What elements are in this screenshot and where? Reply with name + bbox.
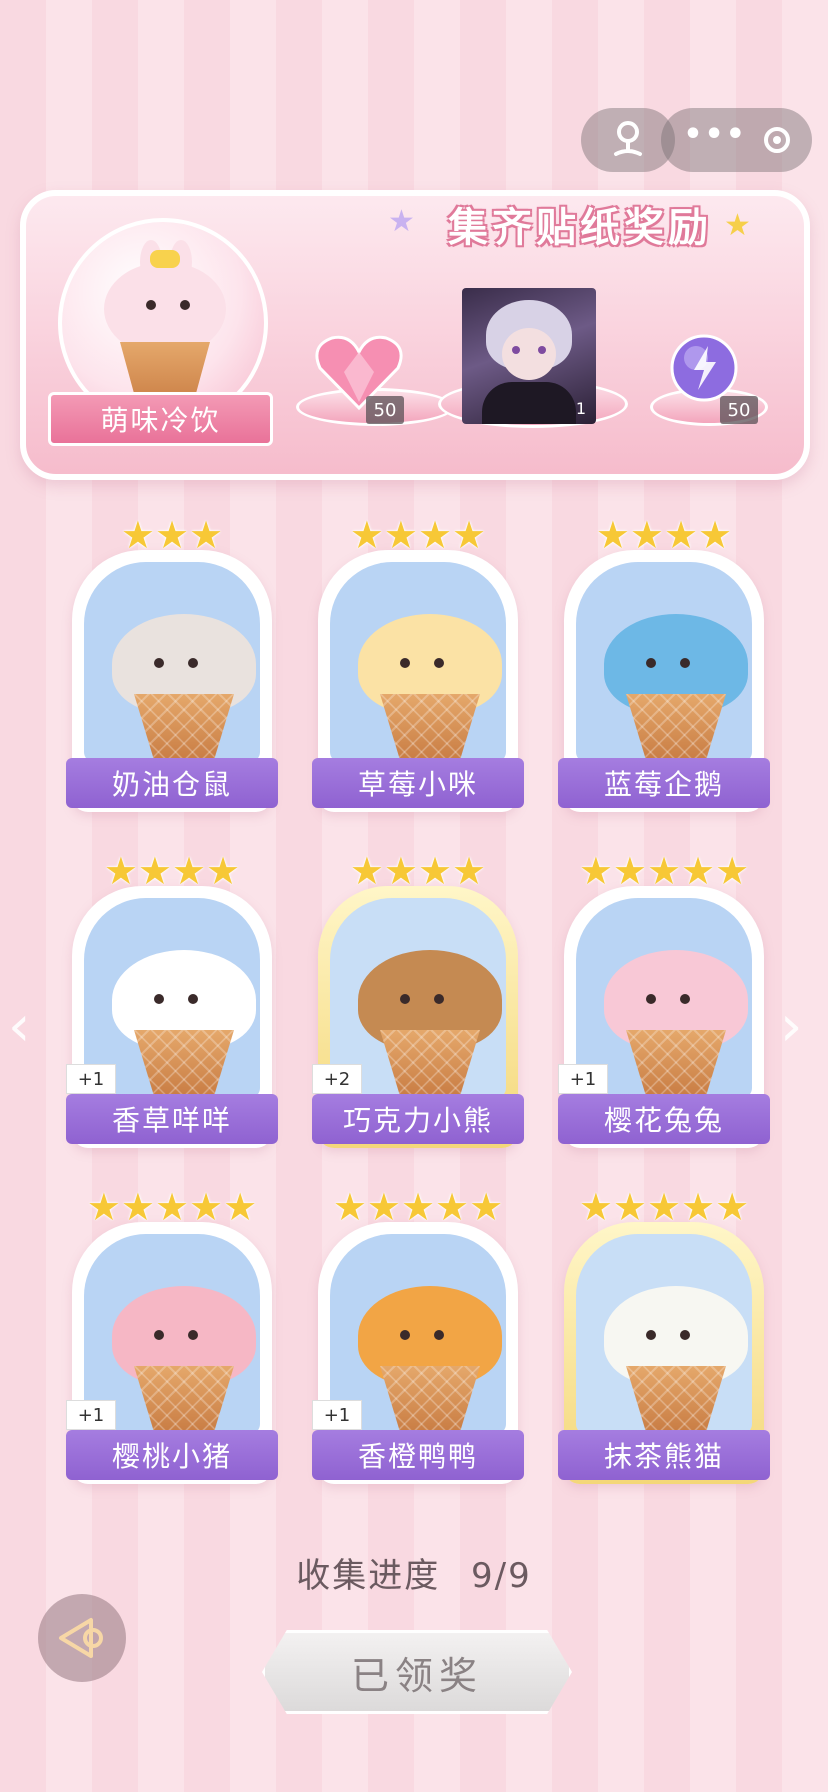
eye-icon (400, 658, 410, 668)
eye-icon (400, 1330, 410, 1340)
more-menu-icon[interactable]: ••• (683, 120, 747, 150)
star-rating-icons: ★★★★ (349, 849, 487, 893)
eye-icon (188, 658, 198, 668)
eye-icon (188, 1330, 198, 1340)
mini-program-capsule: ••• (661, 108, 812, 172)
featured-name: 萌味冷饮 (100, 404, 221, 437)
back-button[interactable] (38, 1594, 126, 1682)
duplicate-count-badge: +2 (312, 1064, 362, 1094)
sticker-name: 奶油仓鼠 (66, 758, 278, 808)
star-rating-icons: ★★★★★ (332, 1185, 504, 1229)
sticker-name: 樱桃小猪 (66, 1430, 278, 1480)
eye-icon (646, 994, 656, 1004)
star-rating-icons: ★★★★ (595, 513, 733, 557)
sticker-card[interactable]: ★★★★★ 抹茶熊猫 (558, 1188, 770, 1484)
waffle-cone-icon (626, 1366, 726, 1432)
star-rating-icons: ★★★★ (103, 849, 241, 893)
card-artwork (576, 1234, 752, 1434)
eye-icon (188, 994, 198, 1004)
duplicate-count-badge: +1 (312, 1400, 362, 1430)
star-rating: ★★★★★ (564, 1182, 764, 1226)
joystick-icon (614, 121, 642, 156)
collection-progress: 收集进度 9/9 (0, 1548, 828, 1597)
star-rating: ★★★★ (318, 846, 518, 890)
eye-icon (646, 1330, 656, 1340)
purple-lightning-orb-icon[interactable] (668, 332, 740, 404)
next-page-arrow[interactable]: › (780, 994, 802, 1059)
sticker-card[interactable]: ★★★★★ +1 樱桃小猪 (66, 1188, 278, 1484)
star-rating-icons: ★★★★★ (578, 849, 750, 893)
eye-icon (434, 1330, 444, 1340)
eye-icon (680, 658, 690, 668)
star-rating: ★★★★★ (564, 846, 764, 890)
progress-value: 9/9 (471, 1556, 532, 1596)
sticker-name: 抹茶熊猫 (558, 1430, 770, 1480)
close-miniprogram-icon[interactable] (763, 127, 790, 153)
sticker-card[interactable]: ★★★★ 草莓小咪 (312, 516, 524, 812)
sticker-name: 巧克力小熊 (312, 1094, 524, 1144)
star-rating: ★★★★ (72, 846, 272, 890)
sticker-name: 蓝莓企鹅 (558, 758, 770, 808)
star-rating-icons: ★★★★ (349, 513, 487, 557)
eye-icon (680, 994, 690, 1004)
sticker-card[interactable]: ★★★★ +2 巧克力小熊 (312, 852, 524, 1148)
waffle-cone-icon (134, 1030, 234, 1096)
reward-count: 50 (366, 396, 404, 424)
sticker-card[interactable]: ★★★★ 蓝莓企鹅 (558, 516, 770, 812)
eye-icon (154, 994, 164, 1004)
star-rating: ★★★ (72, 510, 272, 554)
progress-label: 收集进度 (296, 1556, 441, 1596)
back-arrow-icon (59, 1618, 103, 1658)
waffle-cone-icon (380, 1030, 480, 1096)
duplicate-count-badge: +1 (558, 1064, 608, 1094)
card-artwork (576, 562, 752, 762)
featured-sticker-label: 萌味冷饮 (48, 392, 273, 446)
reward-count: 50 (720, 396, 758, 424)
eye-icon (680, 1330, 690, 1340)
eye-icon (154, 658, 164, 668)
star-rating: ★★★★ (318, 510, 518, 554)
sticker-name: 香橙鸭鸭 (312, 1430, 524, 1480)
sticker-card[interactable]: ★★★★★ +1 香橙鸭鸭 (312, 1188, 524, 1484)
waffle-cone-icon (626, 694, 726, 760)
claimed-button-label: 已领奖 (350, 1653, 483, 1698)
sticker-card[interactable]: ★★★★ +1 香草咩咩 (66, 852, 278, 1148)
prev-page-arrow[interactable]: ‹ (8, 994, 30, 1059)
sticker-card[interactable]: ★★★★★ +1 樱花兔兔 (558, 852, 770, 1148)
sticker-name: 香草咩咩 (66, 1094, 278, 1144)
waffle-cone-icon (626, 1030, 726, 1096)
star-rating: ★★★★★ (72, 1182, 272, 1226)
eye-icon (154, 1330, 164, 1340)
eye-icon (400, 994, 410, 1004)
duplicate-count-badge: +1 (66, 1064, 116, 1094)
reward-count: 1 (575, 398, 587, 418)
card-artwork (84, 562, 260, 762)
star-rating-icons: ★★★★★ (578, 1185, 750, 1229)
panel-title-wrap: 集齐贴纸奖励 (410, 196, 750, 252)
star-rating: ★★★★★ (318, 1182, 518, 1226)
sticker-card[interactable]: ★★★ 奶油仓鼠 (66, 516, 278, 812)
star-rating-icons: ★★★★★ (86, 1185, 258, 1229)
panel-title: 集齐贴纸奖励 (448, 205, 712, 251)
waffle-cone-icon (134, 694, 234, 760)
waffle-cone-icon (380, 1366, 480, 1432)
eye-icon (434, 994, 444, 1004)
claimed-button[interactable]: 已领奖 (262, 1630, 572, 1714)
sticker-name: 樱花兔兔 (558, 1094, 770, 1144)
card-artwork (330, 562, 506, 762)
duplicate-count-badge: +1 (66, 1400, 116, 1430)
eye-icon (434, 658, 444, 668)
eye-icon (646, 658, 656, 668)
waffle-cone-icon (380, 694, 480, 760)
sticker-name: 草莓小咪 (312, 758, 524, 808)
bow-icon (150, 250, 180, 268)
star-rating-icons: ★★★ (120, 513, 224, 557)
star-rating: ★★★★ (564, 510, 764, 554)
waffle-cone-icon (134, 1366, 234, 1432)
